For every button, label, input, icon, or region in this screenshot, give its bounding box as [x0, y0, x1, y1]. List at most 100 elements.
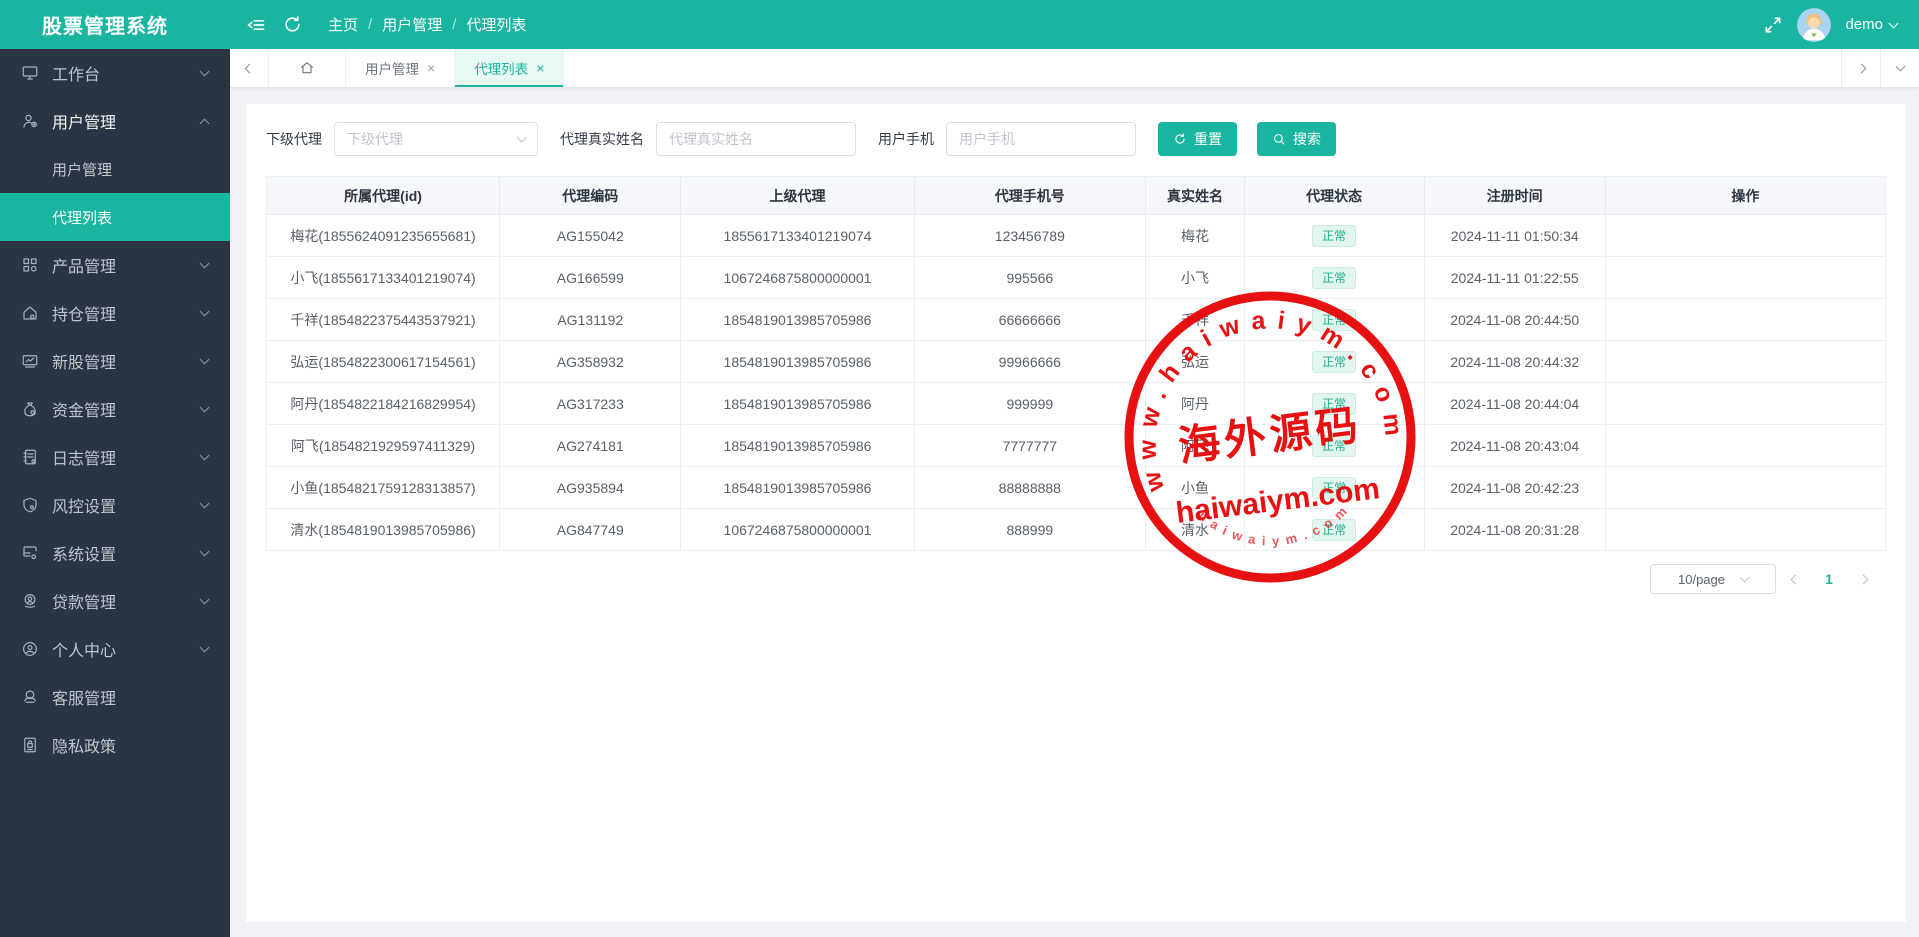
monitor-gear-icon [21, 544, 39, 562]
chevron-down-icon [199, 450, 210, 461]
cell-actions [1605, 256, 1886, 299]
tab-home[interactable] [269, 49, 346, 87]
cell-parent-agent: 1855617133401219074 [680, 214, 915, 257]
sidebar-item-label: 系统设置 [52, 547, 117, 564]
notebook-icon [21, 448, 39, 466]
sidebar-item-label: 工作台 [52, 67, 101, 84]
table-row[interactable]: 千祥(1854822375443537921) AG131192 1854819… [266, 298, 1886, 341]
user-menu[interactable]: demo [1845, 16, 1899, 33]
sidebar-fold-icon[interactable] [246, 15, 266, 35]
cell-actions [1605, 424, 1886, 467]
sidebar-item-label: 代理列表 [52, 209, 113, 227]
fullscreen-icon[interactable] [1763, 15, 1783, 35]
search-button[interactable]: 搜索 [1257, 122, 1336, 156]
current-page[interactable]: 1 [1814, 564, 1844, 594]
sidebar-item-profile[interactable]: 个人中心 [0, 625, 230, 673]
next-page-button[interactable] [1848, 564, 1878, 594]
agent-list-card: 下级代理 下级代理 代理真实姓名 用户手机 重置 [246, 104, 1906, 922]
col-agent-status: 代理状态 [1244, 176, 1425, 215]
agent-select-label: 下级代理 [266, 131, 322, 147]
cell-agent-code: AG166599 [499, 256, 682, 299]
user-name: demo [1845, 16, 1883, 33]
table-row[interactable]: 阿飞(1854821929597411329) AG274181 1854819… [266, 424, 1886, 467]
col-agent-id: 所属代理(id) [266, 176, 501, 215]
real-name-input[interactable] [656, 122, 856, 156]
phone-input[interactable] [946, 122, 1136, 156]
refresh-icon[interactable] [282, 15, 302, 35]
table-row[interactable]: 弘运(1854822300617154561) AG358932 1854819… [266, 340, 1886, 383]
cell-register-time: 2024-11-08 20:42:23 [1424, 466, 1606, 509]
sidebar-item-system-settings[interactable]: 系统设置 [0, 529, 230, 577]
cell-parent-agent: 1854819013985705986 [680, 382, 915, 425]
cell-agent-code: AG274181 [499, 424, 682, 467]
cell-real-name: 梅花 [1145, 214, 1245, 257]
table-row[interactable]: 清水(1854819013985705986) AG847749 1067246… [266, 508, 1886, 551]
sidebar-item-log-mgmt[interactable]: 日志管理 [0, 433, 230, 481]
tab-label: 用户管理 [365, 62, 419, 77]
table-row[interactable]: 梅花(1855624091235655681) AG155042 1855617… [266, 214, 1886, 257]
close-icon[interactable]: × [427, 60, 435, 76]
cell-actions [1605, 214, 1886, 257]
cell-agent-status: 正常 [1244, 424, 1425, 467]
tab-bar: 用户管理 × 代理列表 × [230, 49, 1919, 88]
avatar[interactable] [1797, 7, 1832, 42]
table-body: 梅花(1855624091235655681) AG155042 1855617… [266, 214, 1886, 551]
phone-label: 用户手机 [878, 131, 934, 147]
breadcrumb-agent-list[interactable]: 代理列表 [466, 14, 526, 35]
reset-button[interactable]: 重置 [1158, 122, 1237, 156]
cell-agent-phone: 888999 [914, 508, 1147, 551]
sidebar-item-position-mgmt[interactable]: 持仓管理 [0, 289, 230, 337]
col-register-time: 注册时间 [1424, 176, 1606, 215]
cell-parent-agent: 1854819013985705986 [680, 424, 915, 467]
sidebar-item-risk-settings[interactable]: 风控设置 [0, 481, 230, 529]
grid-icon [21, 256, 39, 274]
close-icon[interactable]: × [536, 60, 544, 76]
cell-agent-code: AG131192 [499, 298, 682, 341]
prev-page-button[interactable] [1780, 564, 1810, 594]
breadcrumb-home[interactable]: 主页 [328, 14, 358, 35]
app-header: 股票管理系统 主页 / 用户管理 / 代理列表 demo [0, 0, 1919, 49]
sidebar-item-label: 资金管理 [52, 403, 117, 420]
cell-real-name: 千祥 [1145, 298, 1245, 341]
cell-agent-id: 阿飞(1854821929597411329) [266, 424, 501, 467]
cell-agent-id: 阿丹(1854822184216829954) [266, 382, 501, 425]
chevron-down-icon [1888, 18, 1899, 28]
sidebar-item-user-mgmt[interactable]: 用户管理 [0, 97, 230, 145]
status-badge: 正常 [1312, 518, 1357, 541]
table-row[interactable]: 小鱼(1854821759128313857) AG935894 1854819… [266, 466, 1886, 509]
cell-register-time: 2024-11-11 01:50:34 [1424, 214, 1606, 257]
sidebar-subitem-agent-list[interactable]: 代理列表 [0, 193, 230, 241]
cell-actions [1605, 382, 1886, 425]
cell-register-time: 2024-11-08 20:43:04 [1424, 424, 1606, 467]
sidebar-item-workbench[interactable]: 工作台 [0, 49, 230, 97]
sidebar-item-product-mgmt[interactable]: 产品管理 [0, 241, 230, 289]
sidebar-item-funds-mgmt[interactable]: 资金管理 [0, 385, 230, 433]
cell-real-name: 小飞 [1145, 256, 1245, 299]
breadcrumb-user-mgmt[interactable]: 用户管理 [382, 14, 442, 35]
sidebar-item-loan-mgmt[interactable]: 贷款管理 [0, 577, 230, 625]
tabs-scroll-right-button[interactable] [1841, 49, 1880, 87]
cell-register-time: 2024-11-11 01:22:55 [1424, 256, 1606, 299]
sidebar-item-label: 用户管理 [52, 115, 117, 132]
sidebar-item-ipo-mgmt[interactable]: 新股管理 [0, 337, 230, 385]
page-size-select[interactable]: 10/page [1650, 564, 1776, 594]
cell-real-name: 小鱼 [1145, 466, 1245, 509]
agent-select[interactable]: 下级代理 [334, 122, 538, 156]
sidebar-subitem-user-mgmt[interactable]: 用户管理 [0, 145, 230, 193]
cell-real-name: 阿飞 [1145, 424, 1245, 467]
breadcrumb-separator: / [452, 16, 457, 33]
tab-agent-list[interactable]: 代理列表 × [455, 49, 565, 87]
table-row[interactable]: 小飞(1855617133401219074) AG166599 1067246… [266, 256, 1886, 299]
chevron-down-icon [199, 258, 210, 269]
table-row[interactable]: 阿丹(1854822184216829954) AG317233 1854819… [266, 382, 1886, 425]
tabs-scroll-left-button[interactable] [230, 49, 269, 87]
cell-actions [1605, 298, 1886, 341]
breadcrumb: 主页 / 用户管理 / 代理列表 [328, 14, 526, 35]
col-agent-phone: 代理手机号 [914, 176, 1147, 215]
status-badge: 正常 [1312, 224, 1357, 247]
sidebar-item-privacy-policy[interactable]: 隐私政策 [0, 721, 230, 769]
tabs-menu-button[interactable] [1880, 49, 1919, 87]
chevron-down-icon [199, 402, 210, 413]
sidebar-item-customer-service[interactable]: 客服管理 [0, 673, 230, 721]
tab-user-mgmt[interactable]: 用户管理 × [346, 49, 456, 87]
